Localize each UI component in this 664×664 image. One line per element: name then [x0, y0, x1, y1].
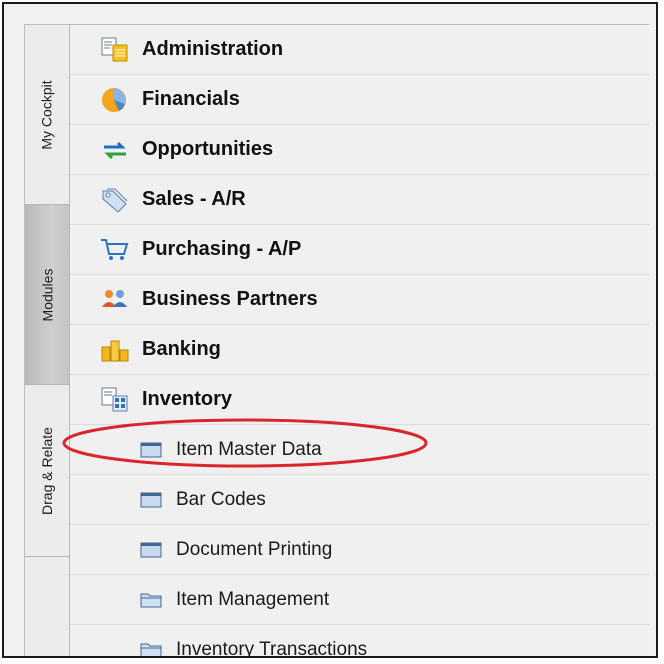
opportunities-arrows-icon: [104, 141, 126, 159]
shopping-cart-icon: [101, 238, 129, 260]
menu-item-label: Bar Codes: [176, 488, 266, 510]
menu-item-master-data[interactable]: Item Master Data: [70, 425, 649, 475]
module-purchasing[interactable]: Purchasing - A/P: [70, 225, 649, 275]
module-label: Banking: [142, 338, 221, 360]
sales-tags-icon: [102, 188, 128, 213]
module-label: Administration: [142, 38, 284, 60]
folder-icon: [140, 593, 162, 607]
tab-drag-relate[interactable]: Drag & Relate: [25, 385, 69, 557]
screenshot-frame: My Cockpit Modules Drag & Relate Adminis…: [2, 2, 658, 658]
module-list: Administration Financials Opportunities: [70, 25, 649, 658]
tab-my-cockpit[interactable]: My Cockpit: [25, 25, 69, 205]
menu-item-label: Inventory Transactions: [176, 638, 368, 658]
tab-label: My Cockpit: [39, 79, 56, 150]
menu-item-label: Item Master Data: [176, 438, 322, 460]
module-label: Sales - A/R: [142, 188, 246, 210]
menu-item-bar-codes[interactable]: Bar Codes: [70, 475, 649, 525]
business-partners-icon: [102, 289, 127, 307]
administration-icon: [101, 37, 128, 61]
menu-item-document-printing[interactable]: Document Printing: [70, 525, 649, 575]
vertical-tab-bar: My Cockpit Modules Drag & Relate: [25, 25, 70, 656]
menu-item-inventory-transactions[interactable]: Inventory Transactions: [70, 625, 649, 658]
menu-item-item-management[interactable]: Item Management: [70, 575, 649, 625]
module-opportunities[interactable]: Opportunities: [70, 125, 649, 175]
inventory-icon: [101, 387, 128, 411]
tab-modules[interactable]: Modules: [25, 205, 69, 385]
module-label: Purchasing - A/P: [142, 238, 302, 260]
window-icon: [140, 442, 162, 457]
window-icon: [140, 542, 162, 557]
menu-item-label: Document Printing: [176, 538, 333, 560]
financials-pie-icon: [102, 87, 126, 112]
module-label: Opportunities: [142, 138, 274, 160]
module-banking[interactable]: Banking: [70, 325, 649, 375]
module-inventory[interactable]: Inventory: [70, 375, 649, 425]
main-menu-panel: My Cockpit Modules Drag & Relate Adminis…: [24, 24, 649, 658]
tab-label: Modules: [39, 268, 56, 321]
banking-coins-icon: [101, 340, 129, 361]
module-financials[interactable]: Financials: [70, 75, 649, 125]
module-business-partners[interactable]: Business Partners: [70, 275, 649, 325]
tab-label: Drag & Relate: [39, 426, 55, 515]
module-label: Financials: [142, 88, 240, 110]
module-label: Business Partners: [142, 288, 318, 310]
module-administration[interactable]: Administration: [70, 25, 649, 75]
window-icon: [140, 492, 162, 507]
menu-item-label: Item Management: [176, 588, 330, 610]
module-label: Inventory: [142, 388, 233, 410]
folder-icon: [140, 643, 162, 656]
module-sales[interactable]: Sales - A/R: [70, 175, 649, 225]
